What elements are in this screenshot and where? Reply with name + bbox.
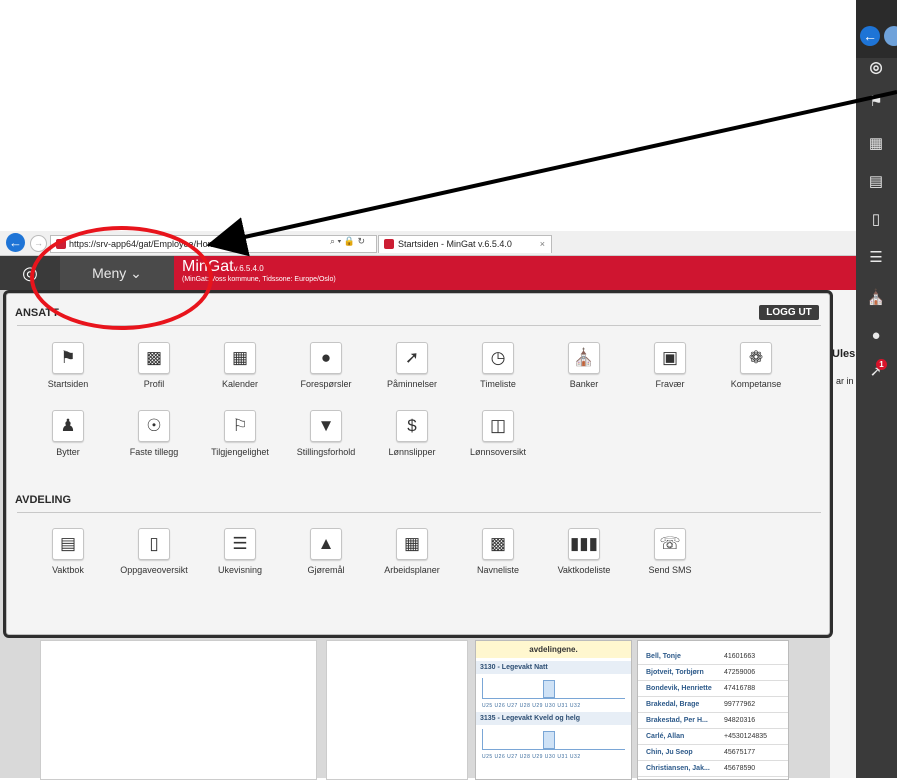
list-icon[interactable]: ☰ (866, 248, 886, 268)
calendar-icon: ▦ (224, 342, 256, 374)
notice-text: avdelingene. (476, 641, 631, 658)
section-title-avdeling: AVDELING (15, 494, 72, 506)
list-item[interactable]: Carlé, Allan +4530124835 (638, 729, 788, 745)
group-title[interactable]: 3135 - Legevakt Kveld og helg (476, 712, 631, 725)
name-list: Bell, Tonje 41601663 Bjotveit, Torbjørn 47… (637, 640, 789, 780)
list-item[interactable]: Bjotveit, Torbjørn 47259006 (638, 665, 788, 681)
list-item[interactable]: Chin, Ju Seop 45675177 (638, 745, 788, 761)
background-partial-text: Ules (832, 348, 856, 360)
users-icon: ♟ (52, 410, 84, 442)
menu-item-vaktbok[interactable]: ▤ Vaktbok (25, 528, 111, 575)
right-sidebar (856, 0, 897, 778)
clock-icon: ◷ (482, 342, 514, 374)
payslip-icon: $ (396, 410, 428, 442)
browser-back-icon[interactable]: ← (6, 233, 25, 252)
mini-chart-highlight (543, 680, 555, 698)
menu-item-foresporsler[interactable]: ● Forespørsler (283, 342, 369, 389)
background-right-strip (830, 290, 856, 778)
menu-item-banker[interactable]: ⛪ Banker (541, 342, 627, 389)
menu-item-send-sms[interactable]: ☏ Send SMS (627, 528, 713, 575)
mini-chart (482, 678, 625, 699)
forward-icon[interactable] (884, 26, 897, 46)
menu-item-bytter[interactable]: ♟ Bytter (25, 410, 111, 457)
menu-item-stillingsforhold[interactable]: ▼ Stillingsforhold (283, 410, 369, 457)
flag-outline-icon: ⚐ (224, 410, 256, 442)
list-icon: ☰ (224, 528, 256, 560)
menu-item-fravaer[interactable]: ▣ Fravær (627, 342, 713, 389)
close-icon[interactable]: × (540, 236, 545, 253)
eye-logo-icon[interactable]: ◎ (866, 58, 886, 78)
mini-chart-axis: U25 U26 U27 U28 U29 U30 U31 U32 (482, 754, 581, 760)
barcode-icon: ▮▮▮ (568, 528, 600, 560)
menu-item-kalender[interactable]: ▦ Kalender (197, 342, 283, 389)
flag-icon: ⚑ (52, 342, 84, 374)
menu-item-lonnslipper[interactable]: $ Lønnslipper (369, 410, 455, 457)
menu-item-lonnsoversikt[interactable]: ◫ Lønnsoversikt (455, 410, 541, 457)
section-divider (17, 512, 821, 513)
bell-icon: ▲ (310, 528, 342, 560)
flag-icon[interactable]: ⚑ (866, 92, 886, 112)
bank-icon: ⛪ (568, 342, 600, 374)
browser-tab[interactable]: Startsiden - MinGat v.6.5.4.0 × (378, 235, 552, 253)
menu-item-tilgjengelighet[interactable]: ⚐ Tilgjengelighet (197, 410, 283, 457)
group-chart-panel: avdelingene. 3130 - Legevakt Natt U25 U2… (475, 640, 632, 780)
bank-icon[interactable]: ⛪ (866, 288, 886, 308)
mini-chart-axis: U25 U26 U27 U28 U29 U30 U31 U32 (482, 703, 581, 709)
contact-book-icon: ▩ (482, 528, 514, 560)
list-item[interactable]: Brakestad, Per H... 94820316 (638, 713, 788, 729)
menu-item-profil[interactable]: ▩ Profil (111, 342, 197, 389)
menu-item-faste-tillegg[interactable]: ☉ Faste tillegg (111, 410, 197, 457)
background-column-middle (326, 640, 468, 780)
phone-icon: ☏ (654, 528, 686, 560)
speech-bubble-icon: ● (310, 342, 342, 374)
back-icon[interactable]: ← (860, 26, 880, 46)
coins-icon: ☉ (138, 410, 170, 442)
mini-chart-highlight (543, 731, 555, 749)
background-column-left (40, 640, 317, 780)
menu-item-kompetanse[interactable]: ❁ Kompetanse (713, 342, 799, 389)
wallet-icon: ◫ (482, 410, 514, 442)
list-item[interactable]: Brakedal, Brage 99777962 (638, 697, 788, 713)
menu-item-timeliste[interactable]: ◷ Timeliste (455, 342, 541, 389)
menu-item-oppgaveoversikt[interactable]: ▯ Oppgaveoversikt (111, 528, 197, 575)
annotation-oval (30, 226, 213, 330)
logout-button[interactable]: LOGG UT (759, 305, 819, 320)
group-title[interactable]: 3130 - Legevakt Natt (476, 661, 631, 674)
menu-item-vaktkodeliste[interactable]: ▮▮▮ Vaktkodeliste (541, 528, 627, 575)
clipboard-icon[interactable]: ▯ (866, 210, 886, 230)
tie-icon: ▼ (310, 410, 342, 442)
pushpin-icon: ➚ (396, 342, 428, 374)
table-icon: ▤ (52, 528, 84, 560)
grid-icon: ▦ (396, 528, 428, 560)
menu-item-paminnelser[interactable]: ➚ Påminnelser (369, 342, 455, 389)
menu-item-gjoremal[interactable]: ▲ Gjøremål (283, 528, 369, 575)
background-partial-text-2: ar in (836, 376, 854, 386)
notification-badge: 1 (876, 359, 887, 370)
briefcase-icon: ▣ (654, 342, 686, 374)
menu-item-startsiden[interactable]: ⚑ Startsiden (25, 342, 111, 389)
favicon-icon (384, 239, 394, 249)
speech-bubble-icon[interactable]: ● (866, 326, 886, 346)
award-icon: ❁ (740, 342, 772, 374)
menu-item-arbeidsplaner[interactable]: ▦ Arbeidsplaner (369, 528, 455, 575)
tab-title: Startsiden - MinGat v.6.5.4.0 (398, 239, 512, 249)
list-item[interactable]: Bondevik, Henriette 47416788 (638, 681, 788, 697)
clipboard-icon: ▯ (138, 528, 170, 560)
menu-panel: ANSATT ⚑ Startsiden ▩ Profil ▦ Kalender ● Fo… (6, 293, 830, 635)
list-item[interactable]: Christiansen, Jak... 45678590 (638, 761, 788, 777)
menu-item-navneliste[interactable]: ▩ Navneliste (455, 528, 541, 575)
id-card-icon: ▩ (138, 342, 170, 374)
table-icon[interactable]: ▤ (866, 172, 886, 192)
calendar-icon[interactable]: ▦ (866, 134, 886, 154)
address-bar-tools[interactable]: ⌕ ▾ 🔒 ↻ (330, 236, 365, 247)
list-item[interactable]: Bell, Tonje 41601663 (638, 649, 788, 665)
mini-chart (482, 729, 625, 750)
menu-item-ukevisning[interactable]: ☰ Ukevisning (197, 528, 283, 575)
app-version: v.6.5.4.0 (233, 264, 264, 273)
